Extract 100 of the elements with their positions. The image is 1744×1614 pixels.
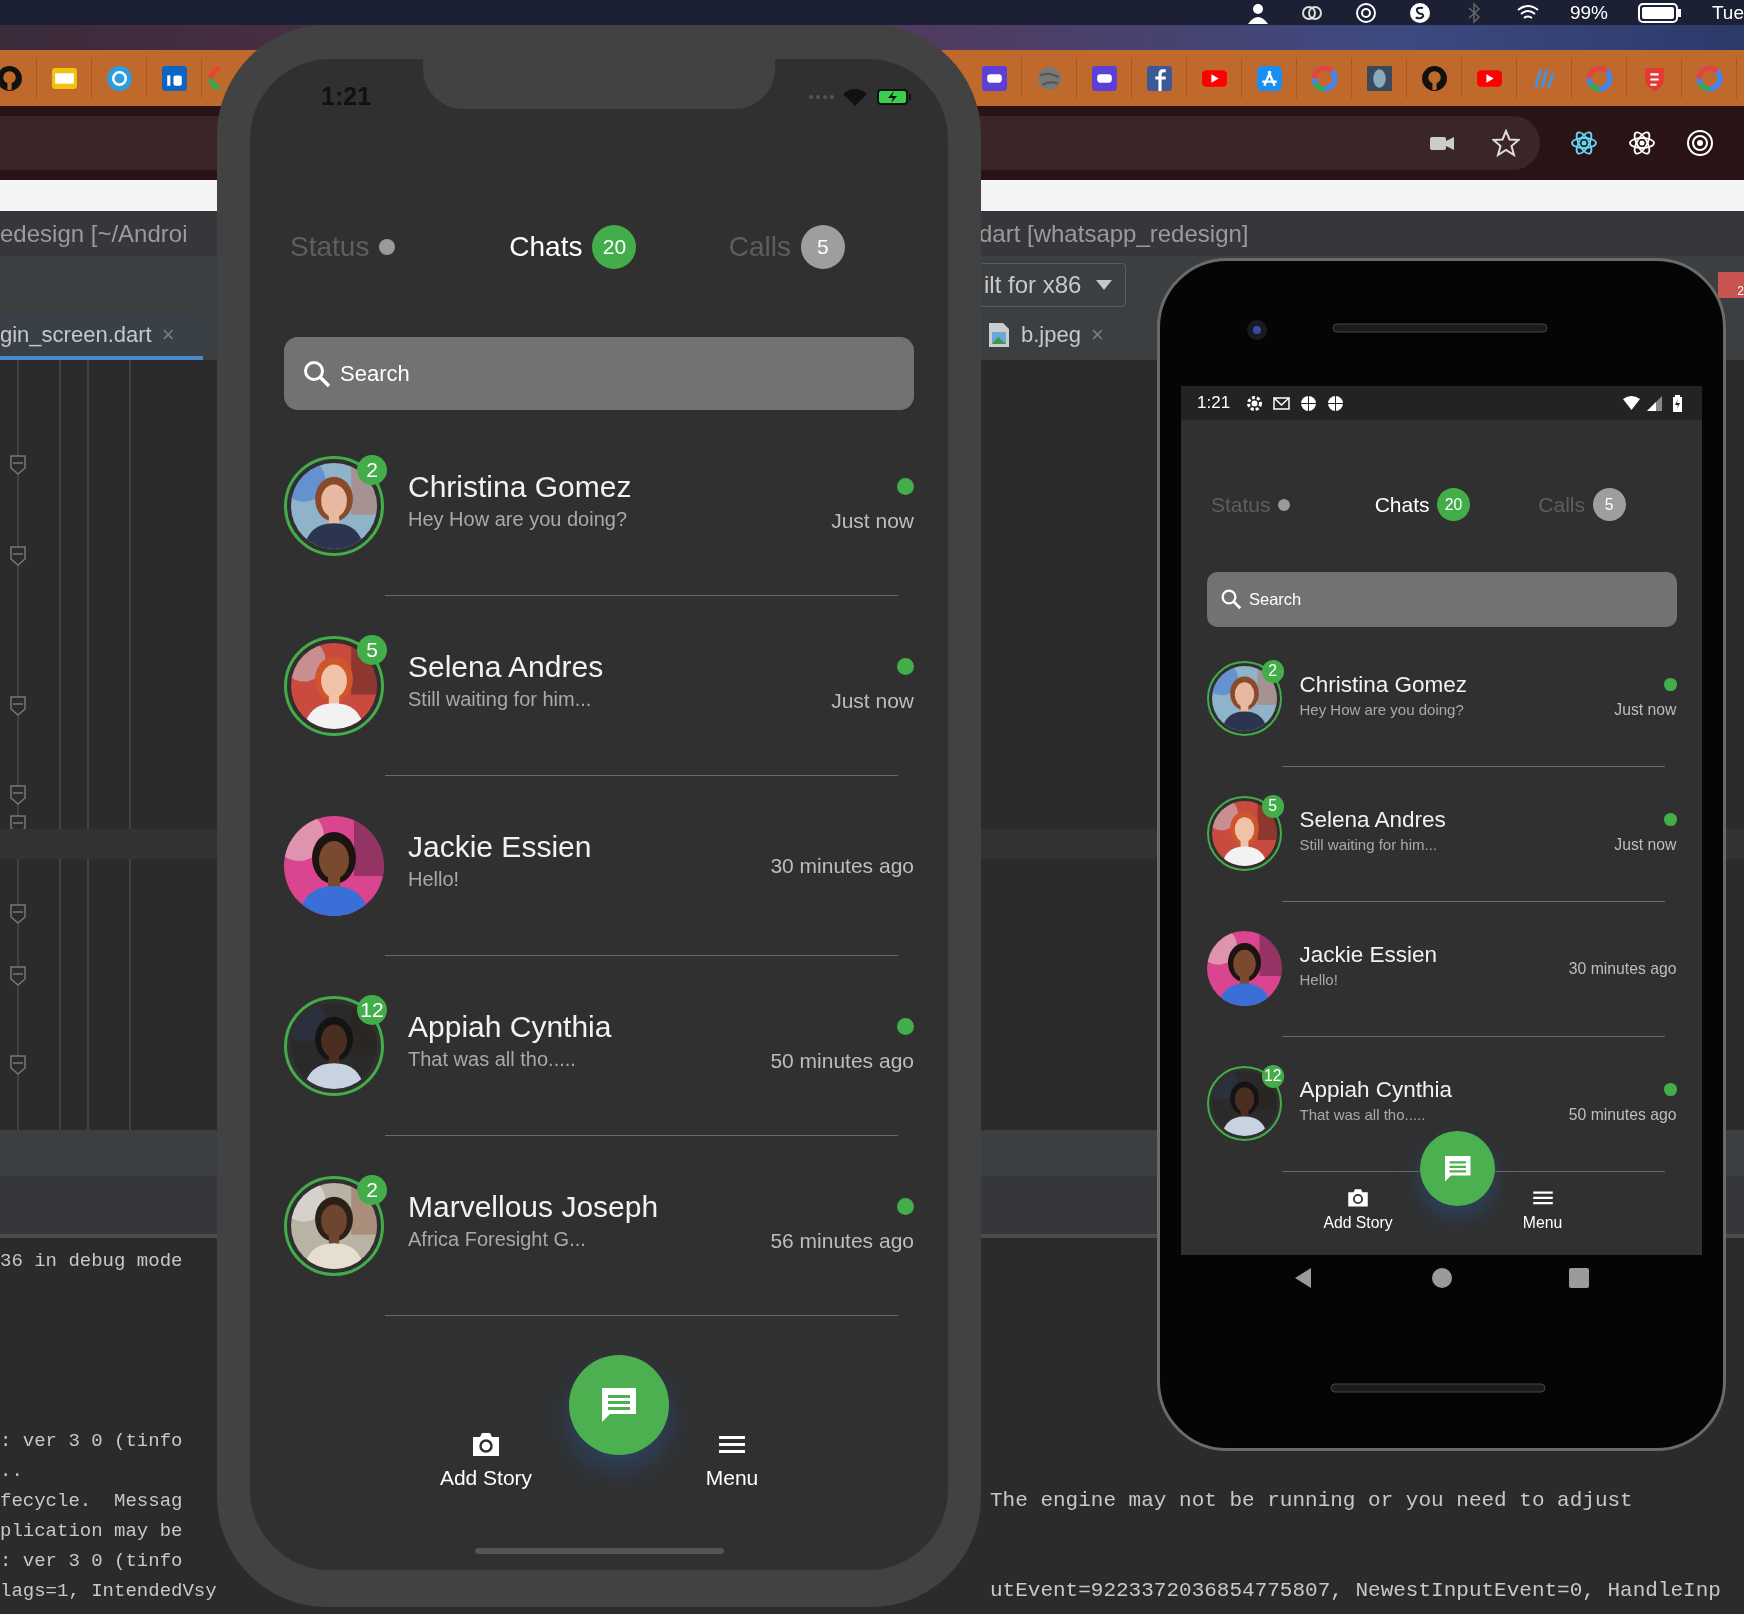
timestamp: 30 minutes ago — [770, 853, 914, 878]
timestamp: Just now — [831, 689, 914, 713]
contact-name: Christina Gomez — [1299, 671, 1469, 698]
gear-icon — [1246, 394, 1264, 412]
speaker-grille-icon — [1330, 1383, 1546, 1393]
ball-icon — [1300, 394, 1318, 412]
count-badge: 5 — [800, 225, 845, 269]
contact-name: Selena Andres — [408, 650, 605, 684]
window-title: dart [whatsapp_redesign] — [979, 219, 1249, 248]
message-preview: Hey How are you doing? — [1299, 700, 1465, 718]
target-icon[interactable] — [1686, 129, 1714, 157]
camera-icon — [470, 1430, 502, 1458]
person-icon[interactable] — [1245, 1, 1270, 24]
bookmark-icon[interactable] — [160, 64, 188, 92]
console-line: utEvent=9223372036854775807, NewestInputEvent=0, HandleInp — [990, 1578, 1721, 1604]
bookmark-icon[interactable] — [0, 64, 23, 92]
file-tab[interactable]: b.jpeg × — [981, 314, 1110, 360]
search-icon — [302, 358, 332, 389]
console-line: fecycle. Messag — [0, 1489, 184, 1514]
status-dot — [379, 239, 396, 255]
caret-icon — [1095, 279, 1114, 291]
count-badge: 5 — [1592, 488, 1626, 522]
timestamp: 50 minutes ago — [770, 1049, 914, 1073]
bookmark-icon[interactable] — [1365, 64, 1393, 92]
tab[interactable]: Chats 20 — [1374, 488, 1539, 522]
count-badge: 20 — [1437, 488, 1471, 522]
ball-icon — [1327, 394, 1345, 412]
message-preview: Still waiting for him... — [1299, 835, 1439, 853]
bookmark-icon[interactable] — [1420, 64, 1448, 92]
timestamp: Just now — [831, 509, 914, 533]
contact-name: Jackie Essien — [1299, 941, 1439, 968]
contact-name: Jackie Essien — [408, 830, 593, 864]
battery-icon[interactable] — [1637, 2, 1682, 23]
camera-lens-icon — [1246, 319, 1268, 341]
camera-icon — [1346, 1187, 1370, 1208]
message-preview: Africa Foresight G... — [408, 1228, 587, 1251]
console-line: : ver 3 0 (tinfo — [0, 1429, 184, 1454]
wifi-icon — [1623, 394, 1640, 412]
bookmark-icon[interactable] — [1145, 64, 1173, 92]
atom-icon[interactable] — [1628, 129, 1656, 157]
bookmark-icon[interactable] — [980, 64, 1008, 92]
search-field[interactable]: Search — [1247, 589, 1677, 611]
contact-name: Christina Gomez — [408, 470, 633, 504]
wifi-icon — [842, 86, 868, 107]
message-preview: Hello! — [408, 868, 461, 891]
unread-badge: 5 — [357, 634, 387, 665]
device-dropdown[interactable]: ilt for x86 — [979, 263, 1127, 307]
message-preview: Still waiting for him... — [408, 688, 593, 711]
menu-button[interactable]: Menu — [672, 1430, 792, 1490]
unread-badge: 12 — [1261, 1065, 1284, 1088]
battery-icon — [876, 86, 912, 107]
search-bar[interactable]: Search — [1206, 572, 1677, 627]
search-icon — [1220, 588, 1243, 611]
status-time: 1:21 — [1197, 393, 1231, 413]
console-line: .. — [0, 1459, 24, 1484]
bookmark-icon[interactable] — [105, 64, 133, 92]
file-tab[interactable]: gin_screen.dart × — [0, 314, 203, 360]
count-badge: 20 — [592, 225, 637, 269]
bookmark-icon[interactable] — [1255, 64, 1283, 92]
error-badge: 2 — [1718, 272, 1744, 298]
contact-name: Marvellous Joseph — [408, 1190, 660, 1224]
unread-badge: 5 — [1261, 795, 1284, 818]
timestamp: 56 minutes ago — [770, 1229, 914, 1253]
console-line: lags=1, IntendedVsy — [0, 1579, 217, 1604]
bookmark-icon[interactable] — [1090, 64, 1118, 92]
menu-button[interactable]: Menu — [1497, 1187, 1588, 1232]
mail-icon — [1273, 394, 1291, 412]
clock: Tue — [1711, 1, 1744, 24]
atom-icon[interactable] — [1570, 129, 1598, 157]
console-line: The engine may not be running or you need to adjust — [990, 1488, 1634, 1514]
image-file-icon — [987, 322, 1011, 348]
timestamp: 30 minutes ago — [1568, 959, 1677, 978]
message-preview: That was all tho..... — [1299, 1105, 1427, 1123]
add-story-button[interactable]: Add Story — [1313, 1187, 1403, 1232]
signal-icon — [1646, 394, 1663, 412]
tab[interactable]: Chats 20 — [509, 225, 729, 269]
window-title: edesign [~/Androi — [0, 219, 189, 248]
speaker-grille-icon — [1332, 323, 1548, 333]
search-field[interactable]: Search — [338, 359, 914, 388]
timestamp: 50 minutes ago — [1568, 1106, 1677, 1125]
star-icon[interactable] — [1492, 129, 1520, 157]
message-preview: That was all tho..... — [408, 1048, 577, 1071]
battery-percentage: 99% — [1569, 1, 1608, 24]
timestamp: Just now — [1614, 836, 1677, 855]
unread-badge: 12 — [357, 994, 387, 1025]
timestamp: Just now — [1614, 701, 1677, 720]
console-line: 36 in debug mode — [0, 1249, 184, 1274]
console-line: : ver 3 0 (tinfo — [0, 1549, 184, 1574]
unread-badge: 2 — [357, 454, 387, 485]
add-story-button[interactable]: Add Story — [426, 1430, 546, 1490]
contact-name: Appiah Cynthia — [1299, 1076, 1454, 1103]
contact-name: Appiah Cynthia — [408, 1010, 613, 1044]
search-bar[interactable]: Search — [284, 337, 914, 410]
console-line: plication may be — [0, 1519, 184, 1544]
unread-badge: 2 — [357, 1174, 387, 1205]
unread-badge: 2 — [1261, 660, 1284, 683]
message-preview: Hello! — [1299, 970, 1339, 988]
recents-icon[interactable] — [1566, 1265, 1592, 1291]
signal-icon — [808, 93, 834, 100]
contact-name: Selena Andres — [1299, 806, 1447, 833]
